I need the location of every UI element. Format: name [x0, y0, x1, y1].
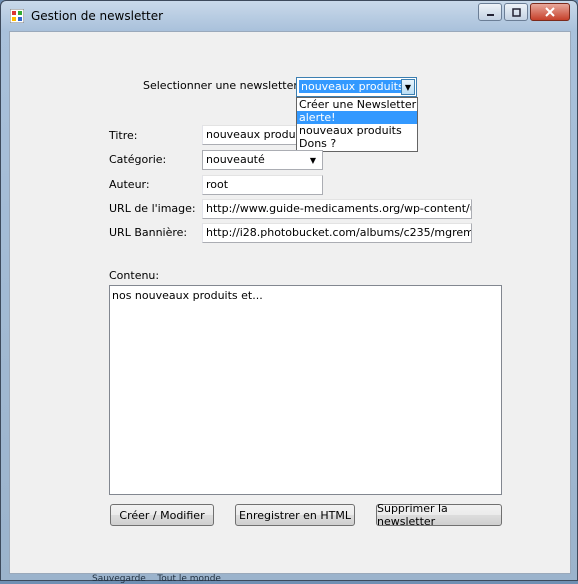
categorie-select-value: nouveauté [206, 153, 265, 166]
url-banniere-label: URL Bannière: [109, 226, 188, 239]
newsletter-dropdown-list: Créer une Newsletter alerte! nouveaux pr… [296, 97, 418, 152]
titre-label: Titre: [109, 129, 138, 142]
auteur-label: Auteur: [109, 178, 150, 191]
delete-newsletter-button[interactable]: Supprimer la newsletter [376, 502, 502, 528]
create-modify-button[interactable]: Créer / Modifier [110, 504, 214, 526]
dropdown-option-highlighted[interactable]: alerte! [297, 111, 417, 124]
close-icon [545, 7, 555, 17]
categorie-label: Catégorie: [109, 153, 167, 166]
newsletter-select[interactable]: nouveaux produits ▼ [296, 77, 417, 97]
dropdown-option[interactable]: Dons ? [297, 137, 417, 150]
minimize-icon [486, 13, 494, 16]
dropdown-arrow-icon[interactable]: ▼ [401, 79, 415, 95]
url-banniere-input[interactable]: http://i28.photobucket.com/albums/c235/m… [202, 223, 472, 243]
maximize-icon [511, 7, 521, 17]
newsletter-select-value: nouveaux produits [299, 80, 406, 93]
chevron-down-icon[interactable]: ▼ [306, 152, 320, 168]
dropdown-option[interactable]: nouveaux produits [297, 124, 417, 137]
url-image-label: URL de l'image: [109, 202, 196, 215]
title-bar[interactable]: Gestion de newsletter [1, 1, 577, 31]
minimize-button[interactable] [478, 3, 502, 21]
categorie-select[interactable]: nouveauté ▼ [202, 150, 323, 170]
app-icon [10, 9, 24, 23]
window-frame: Gestion de newsletter Selectionner une n… [0, 0, 578, 581]
background-window-fragment: Sauvegarde Tout le monde [92, 574, 221, 584]
select-newsletter-label: Selectionner une newsletter: [143, 79, 302, 92]
save-html-button[interactable]: Enregistrer en HTML [235, 504, 355, 526]
window-title: Gestion de newsletter [31, 9, 164, 23]
contenu-label: Contenu: [109, 269, 160, 282]
auteur-input[interactable]: root [202, 175, 323, 195]
dropdown-option[interactable]: Créer une Newsletter [297, 98, 417, 111]
contenu-textarea[interactable]: nos nouveaux produits et... [109, 285, 502, 495]
url-image-input[interactable]: http://www.guide-medicaments.org/wp-cont… [202, 199, 472, 219]
close-button[interactable] [530, 3, 570, 21]
maximize-button[interactable] [504, 3, 528, 21]
